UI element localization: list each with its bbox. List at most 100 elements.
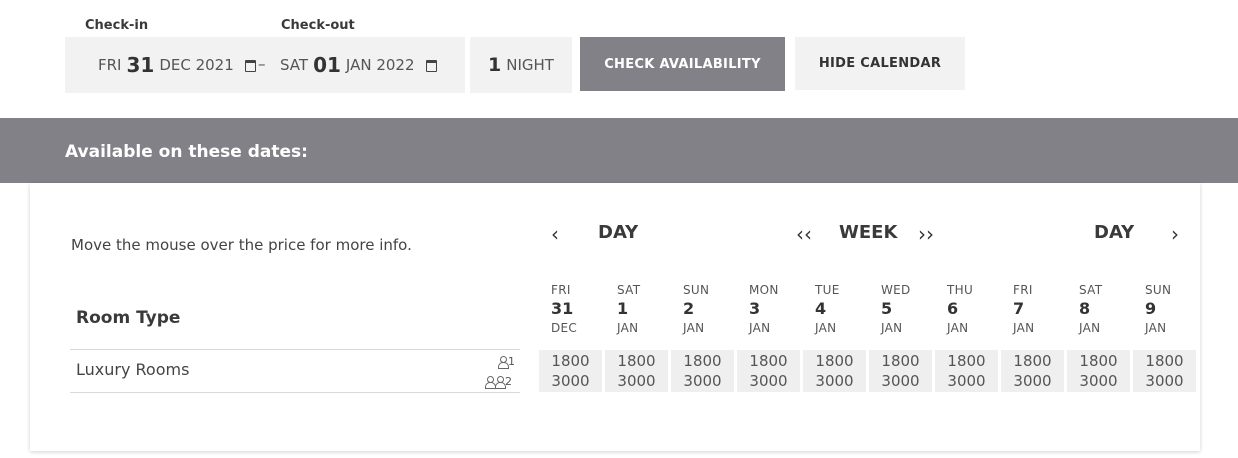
price-double: 3000 xyxy=(551,372,590,390)
person-icon xyxy=(495,376,506,389)
price-single: 1800 xyxy=(1013,352,1052,370)
day-month: JAN xyxy=(683,321,705,335)
check-availability-button[interactable]: CHECK AVAILABILITY xyxy=(580,37,785,91)
day-dow: SAT xyxy=(1079,283,1103,297)
day-dow: MON xyxy=(749,283,779,297)
checkout-day: 01 xyxy=(313,53,341,77)
hide-calendar-button[interactable]: HIDE CALENDAR xyxy=(795,37,965,90)
day-headers: FRI 31 DEC SAT 1 JAN SUN 2 JAN MON 3 JAN… xyxy=(539,284,1199,340)
occupancy-double-count: 2 xyxy=(505,375,512,388)
checkin-date[interactable]: FRI 31 DEC 2021 xyxy=(98,37,256,93)
day-number: 31 xyxy=(551,299,574,318)
double-chevron-left-icon[interactable]: ‹‹ xyxy=(796,222,812,246)
date-range-picker[interactable]: FRI 31 DEC 2021 – SAT 01 JAN 2022 xyxy=(65,37,465,93)
person-icon xyxy=(485,376,496,389)
day-dow: WED xyxy=(881,283,911,297)
day-dow: THU xyxy=(947,283,974,297)
chevron-left-icon[interactable]: ‹ xyxy=(551,222,559,246)
row-divider xyxy=(70,392,520,393)
checkin-dow: FRI xyxy=(98,56,122,74)
day-header: SAT 8 JAN xyxy=(1067,284,1129,334)
day-dow: SUN xyxy=(1145,283,1172,297)
day-number: 3 xyxy=(749,299,761,318)
day-number: 8 xyxy=(1079,299,1091,318)
price-double: 3000 xyxy=(947,372,986,390)
day-number: 7 xyxy=(1013,299,1025,318)
day-month: JAN xyxy=(617,321,639,335)
day-number: 9 xyxy=(1145,299,1157,318)
day-dow: TUE xyxy=(815,283,840,297)
price-double: 3000 xyxy=(617,372,656,390)
availability-banner: Available on these dates: xyxy=(0,118,1238,183)
price-cell[interactable]: 1800 3000 xyxy=(1001,350,1064,392)
price-single: 1800 xyxy=(881,352,920,370)
price-single: 1800 xyxy=(1079,352,1118,370)
price-single: 1800 xyxy=(1145,352,1184,370)
day-dow: FRI xyxy=(1013,283,1033,297)
day-number: 2 xyxy=(683,299,695,318)
day-header: FRI 7 JAN xyxy=(1001,284,1063,334)
day-month: JAN xyxy=(1013,321,1035,335)
price-single: 1800 xyxy=(947,352,986,370)
day-header: WED 5 JAN xyxy=(869,284,931,334)
calendar-icon[interactable] xyxy=(244,60,256,72)
price-cell[interactable]: 1800 3000 xyxy=(1133,350,1196,392)
price-cell[interactable]: 1800 3000 xyxy=(803,350,866,392)
price-double: 3000 xyxy=(1145,372,1184,390)
day-month: DEC xyxy=(551,321,578,335)
day-number: 6 xyxy=(947,299,959,318)
day-month: JAN xyxy=(947,321,969,335)
day-header: TUE 4 JAN xyxy=(803,284,865,334)
banner-title: Available on these dates: xyxy=(65,142,308,162)
checkin-monthyear: DEC 2021 xyxy=(159,56,234,74)
price-single: 1800 xyxy=(749,352,788,370)
nights-label: NIGHT xyxy=(506,56,554,74)
person-icon xyxy=(498,356,509,369)
price-cell[interactable]: 1800 3000 xyxy=(605,350,668,392)
checkin-label: Check-in xyxy=(85,18,149,33)
occupancy-single: 1 xyxy=(498,355,515,369)
day-number: 5 xyxy=(881,299,893,318)
day-header: MON 3 JAN xyxy=(737,284,799,334)
day-header: SAT 1 JAN xyxy=(605,284,667,334)
next-day-label[interactable]: DAY xyxy=(1094,222,1134,243)
room-type-header: Room Type xyxy=(76,308,181,328)
price-double: 3000 xyxy=(683,372,722,390)
checkout-dow: SAT xyxy=(280,56,309,74)
price-cell[interactable]: 1800 3000 xyxy=(737,350,800,392)
day-dow: FRI xyxy=(551,283,571,297)
nights-count: 1 NIGHT xyxy=(470,37,572,93)
chevron-right-icon[interactable]: › xyxy=(1171,222,1179,246)
price-double: 3000 xyxy=(1079,372,1118,390)
checkout-label: Check-out xyxy=(281,18,355,33)
day-header: SUN 2 JAN xyxy=(671,284,733,334)
price-cell[interactable]: 1800 3000 xyxy=(671,350,734,392)
week-label: WEEK xyxy=(839,222,898,243)
day-dow: SUN xyxy=(683,283,710,297)
price-cell[interactable]: 1800 3000 xyxy=(1067,350,1130,392)
checkout-monthyear: JAN 2022 xyxy=(345,56,415,74)
price-cell[interactable]: 1800 3000 xyxy=(869,350,932,392)
double-chevron-right-icon[interactable]: ›› xyxy=(918,222,934,246)
room-name: Luxury Rooms xyxy=(76,360,190,379)
checkout-date[interactable]: SAT 01 JAN 2022 xyxy=(280,37,437,93)
calendar-icon[interactable] xyxy=(425,60,437,72)
day-number: 1 xyxy=(617,299,629,318)
price-single: 1800 xyxy=(551,352,590,370)
price-double: 3000 xyxy=(881,372,920,390)
price-double: 3000 xyxy=(749,372,788,390)
price-single: 1800 xyxy=(617,352,656,370)
day-month: JAN xyxy=(881,321,903,335)
nights-number: 1 xyxy=(488,54,502,76)
price-double: 3000 xyxy=(1013,372,1052,390)
day-number: 4 xyxy=(815,299,827,318)
checkin-day: 31 xyxy=(126,53,155,77)
day-dow: SAT xyxy=(617,283,641,297)
price-hint: Move the mouse over the price for more i… xyxy=(71,236,412,254)
prev-day-label[interactable]: DAY xyxy=(598,222,638,243)
day-header: SUN 9 JAN xyxy=(1133,284,1195,334)
date-separator: – xyxy=(258,55,266,73)
price-cell[interactable]: 1800 3000 xyxy=(539,350,602,392)
price-cell[interactable]: 1800 3000 xyxy=(935,350,998,392)
day-month: JAN xyxy=(749,321,771,335)
